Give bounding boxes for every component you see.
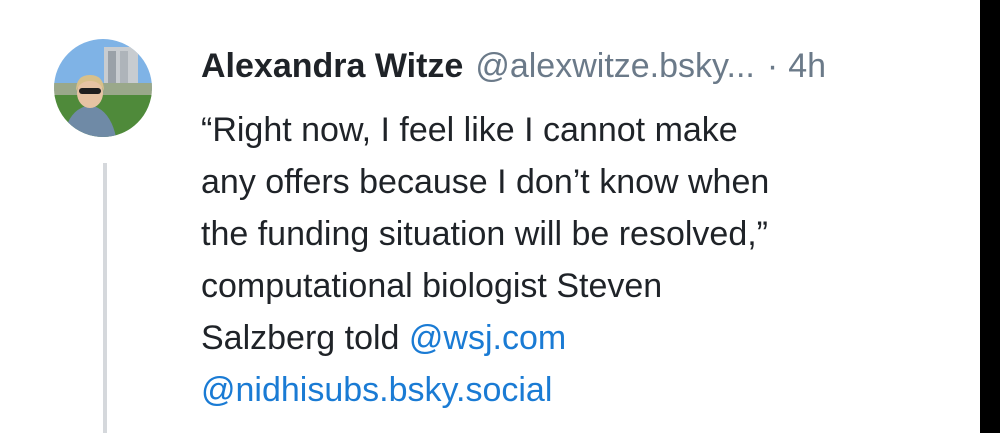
post-text-line: @nidhisubs.bsky.social: [201, 364, 961, 416]
header-separator: ·: [766, 47, 779, 85]
post-card[interactable]: Alexandra Witze @alexwitze.bsky... · 4h …: [0, 0, 980, 433]
post-text-line: the funding situation will be resolved,”: [201, 215, 768, 253]
avatar-photo-icon: [54, 39, 152, 137]
mention-link-nidhisubs[interactable]: @nidhisubs.bsky.social: [201, 371, 552, 409]
author-handle[interactable]: @alexwitze.bsky...: [475, 40, 755, 92]
post-text-fragment: Salzberg told: [201, 319, 400, 357]
post-text-line: “Right now, I feel like I cannot make: [201, 111, 738, 149]
thread-connector-line: [103, 163, 107, 433]
post-text-line: Salzberg told @wsj.com: [201, 312, 961, 364]
author-avatar[interactable]: [54, 39, 152, 137]
mention-link-wsj[interactable]: @wsj.com: [409, 319, 566, 357]
post-text-line: any offers because I don’t know when: [201, 163, 770, 201]
post-timestamp[interactable]: 4h: [788, 40, 826, 92]
author-display-name[interactable]: Alexandra Witze: [201, 40, 463, 92]
post-header: Alexandra Witze @alexwitze.bsky... · 4h: [201, 40, 826, 92]
post-text: “Right now, I feel like I cannot make an…: [201, 104, 961, 416]
post-text-line: computational biologist Steven: [201, 267, 663, 305]
